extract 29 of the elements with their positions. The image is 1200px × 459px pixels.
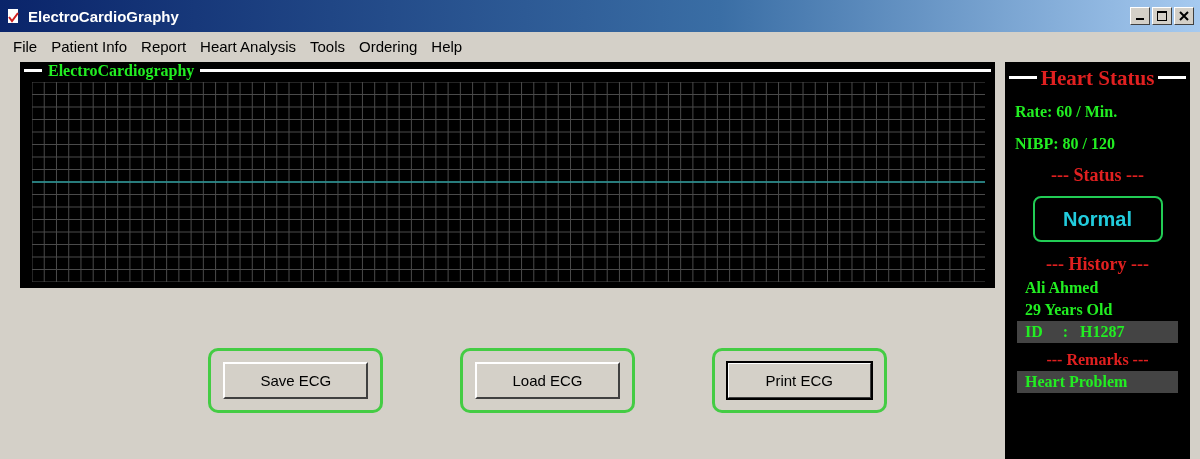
window-title: ElectroCardioGraphy: [28, 7, 179, 25]
section-heading: --- Remarks ---: [1045, 351, 1150, 369]
patient-id: ID : H1287: [1017, 321, 1178, 343]
minimize-button[interactable]: [1130, 7, 1150, 25]
status-indicator: Normal: [1032, 196, 1163, 242]
remarks-field: Heart Problem: [1017, 371, 1178, 393]
section-heading: --- Status ---: [1050, 165, 1145, 186]
close-button[interactable]: [1174, 7, 1194, 25]
ecg-button[interactable]: Print ECG: [726, 362, 872, 399]
menu-item[interactable]: Tools: [302, 35, 352, 57]
menu-item[interactable]: Ordering: [352, 35, 425, 57]
patient-name: Ali Ahmed: [1024, 279, 1100, 297]
close-icon: [1179, 11, 1189, 21]
minimize-icon: [1136, 18, 1144, 20]
menu-item[interactable]: File: [6, 35, 45, 57]
menu-item[interactable]: Help: [424, 35, 470, 57]
patient-age: 29 Years Old: [1024, 301, 1114, 319]
ecg-button[interactable]: Load ECG: [475, 362, 620, 399]
rate-label: Rate: 60 / Min.: [1014, 103, 1119, 121]
menu-item[interactable]: Heart Analysis: [193, 35, 303, 57]
ecg-button[interactable]: Save ECG: [223, 362, 369, 399]
panel-title: ElectroCardiography: [42, 62, 201, 80]
menu-item[interactable]: Patient Info: [44, 35, 135, 57]
maximize-icon: [1157, 11, 1167, 21]
app-icon: [6, 8, 20, 24]
nibp-label: NIBP: 80 / 120: [1014, 135, 1116, 153]
maximize-button[interactable]: [1152, 7, 1172, 25]
section-heading: --- History ---: [1045, 254, 1150, 275]
menu-item[interactable]: Report: [134, 35, 194, 57]
